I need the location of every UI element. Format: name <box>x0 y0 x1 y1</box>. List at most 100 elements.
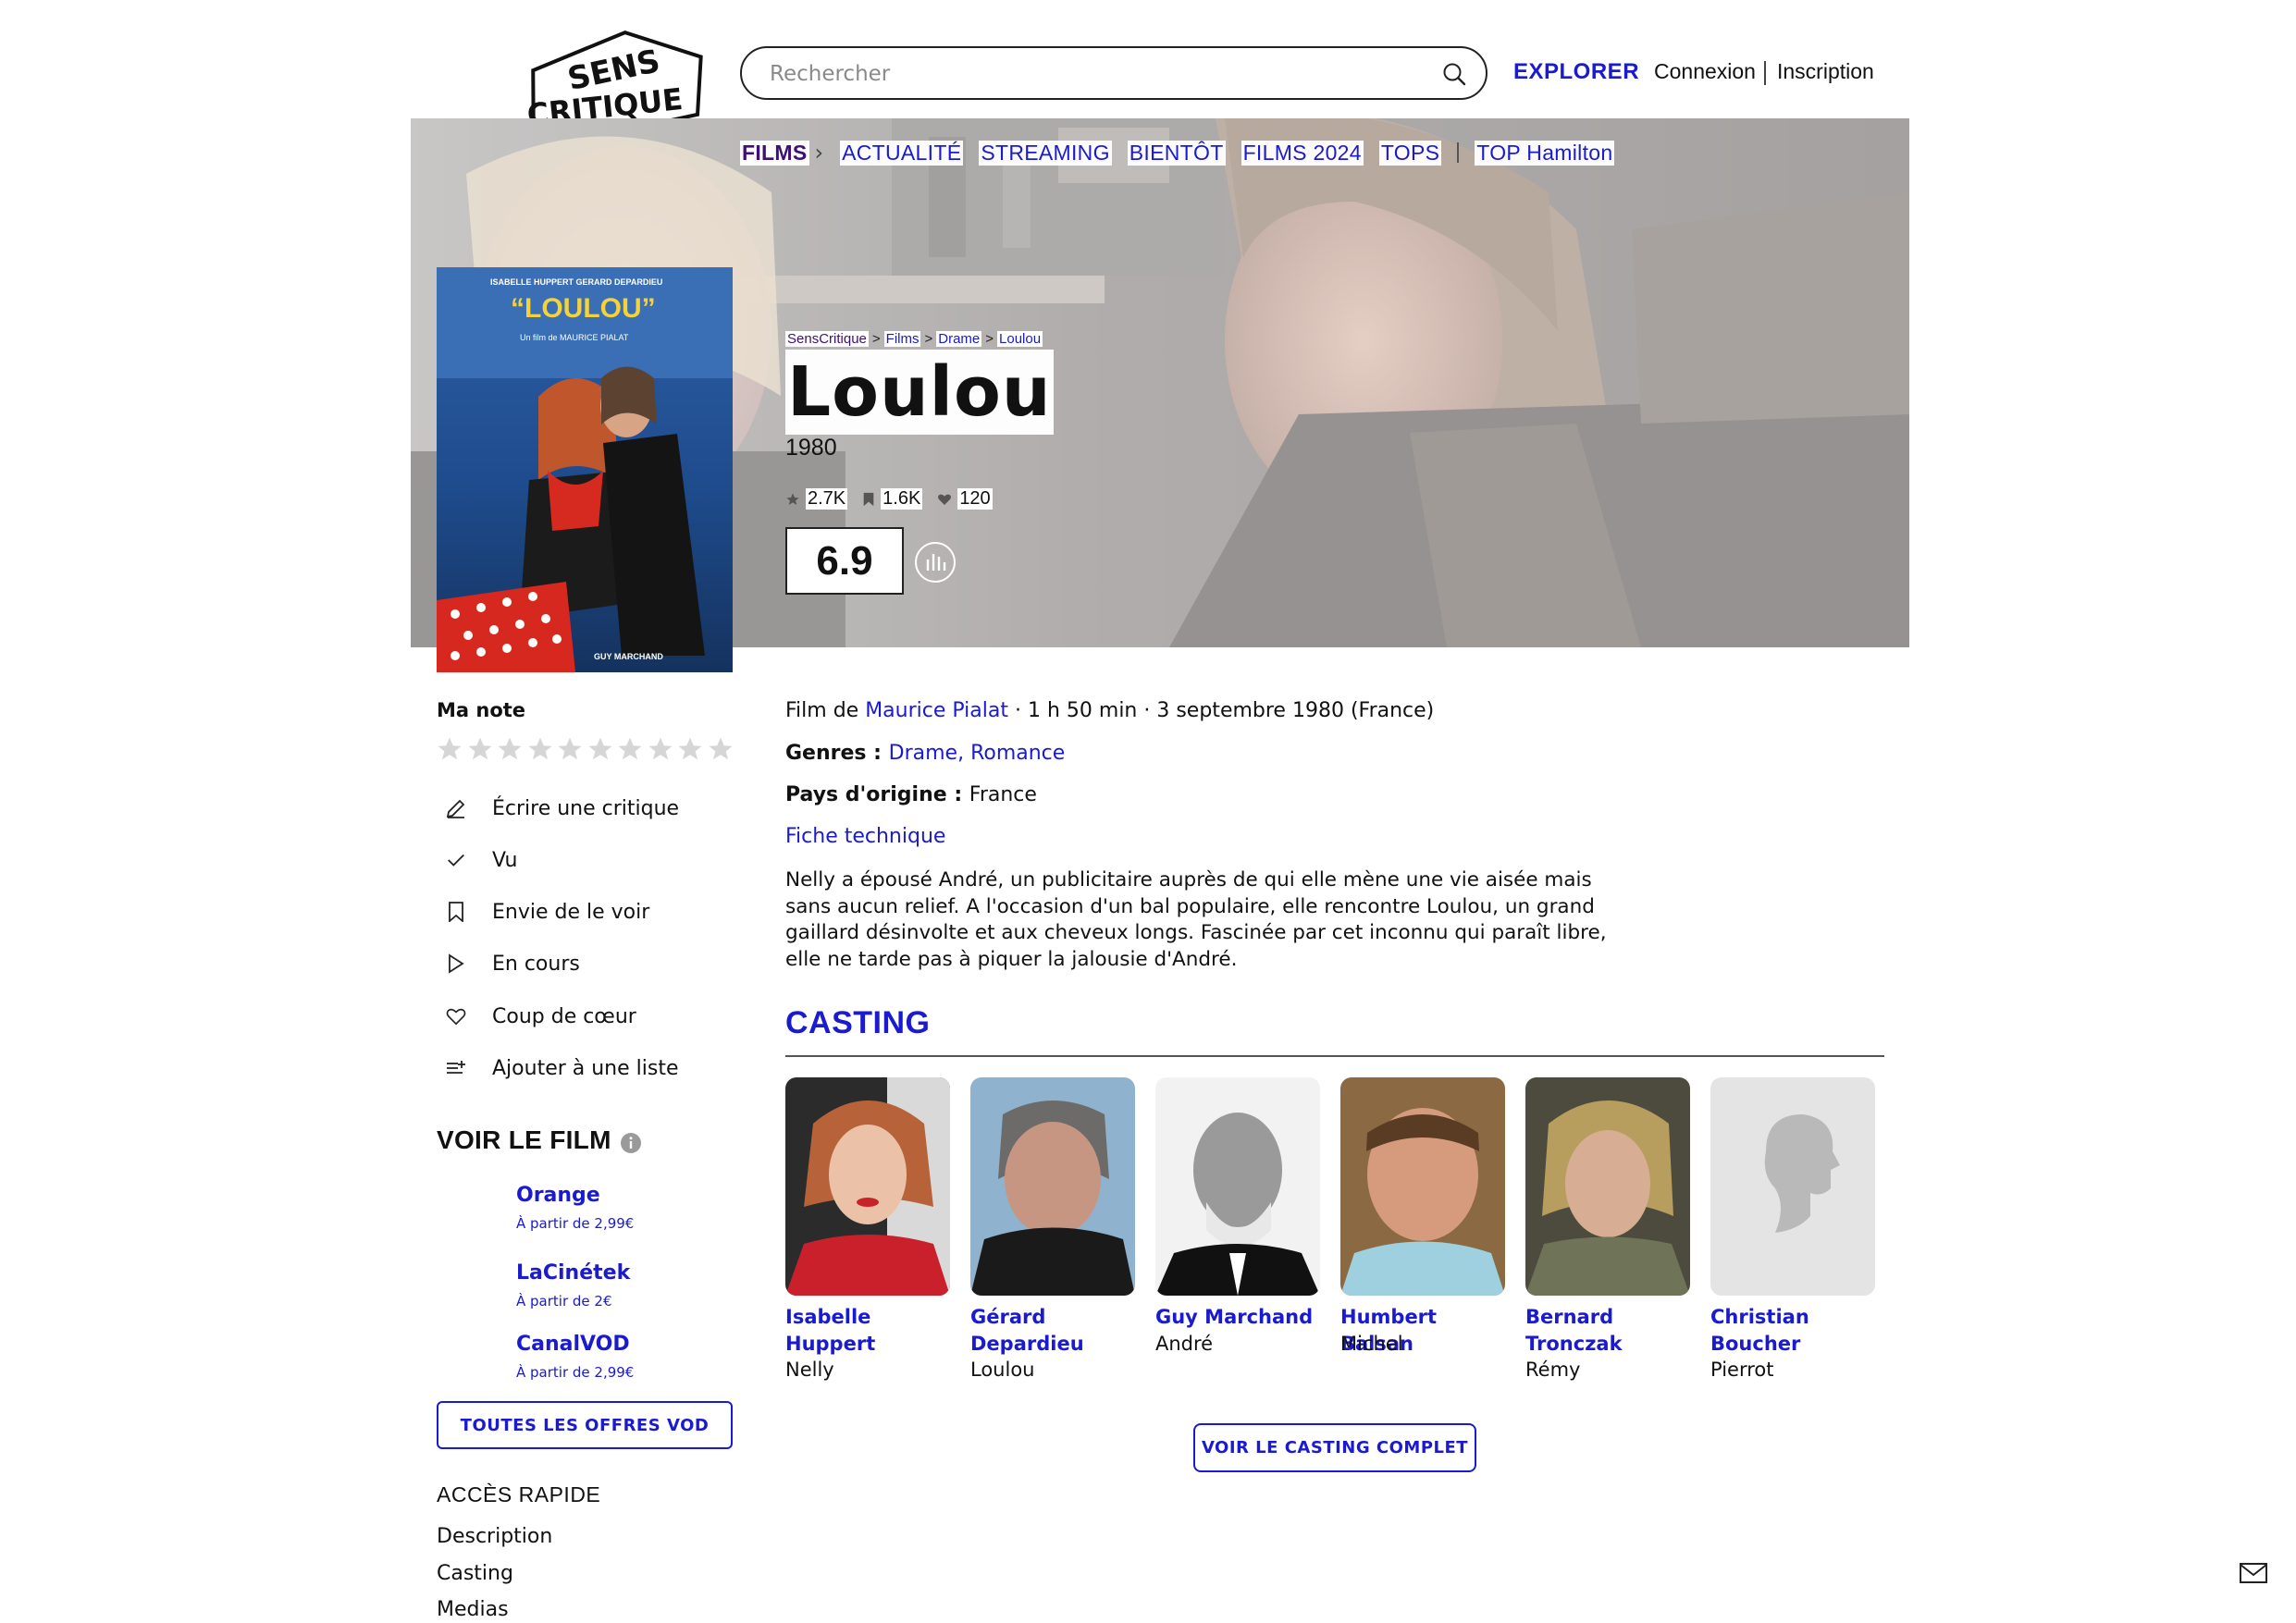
offer-orange[interactable]: Orange <box>516 1184 600 1207</box>
play-icon <box>444 952 468 976</box>
heart-icon <box>938 494 952 505</box>
genres-line: Genres : Drame, Romance <box>785 742 1066 765</box>
mail-icon[interactable] <box>2240 1563 2267 1583</box>
main-nav: FILMS › ACTUALITÉ STREAMING BIENTÔT FILM… <box>740 137 1630 168</box>
nav-item-bientot[interactable]: BIENTÔT <box>1127 140 1226 166</box>
actor-photo-isabelle-huppert[interactable] <box>785 1077 950 1296</box>
quick-link-casting[interactable]: Casting <box>437 1562 513 1585</box>
country-value: France <box>969 783 1037 806</box>
search-icon[interactable] <box>1441 61 1467 87</box>
wishlist-count: 1.6K <box>862 488 923 510</box>
actor-name-link[interactable]: Guy Marchand <box>1155 1304 1322 1331</box>
actor-photo-guy-marchand[interactable] <box>1155 1077 1320 1296</box>
casting-divider <box>785 1055 1884 1057</box>
actor-role: Nelly <box>785 1359 834 1381</box>
wishlist-action[interactable]: Envie de le voir <box>444 900 649 924</box>
rating-star-3-icon[interactable] <box>496 735 524 763</box>
actor-photo-gerard-depardieu[interactable] <box>970 1077 1135 1296</box>
quick-link-medias[interactable]: Medias <box>437 1598 509 1621</box>
all-vod-offers-button[interactable]: TOUTES LES OFFRES VOD <box>437 1401 733 1449</box>
rating-star-9-icon[interactable] <box>676 735 704 763</box>
ratings-count: 2.7K <box>785 488 848 510</box>
rating-star-5-icon[interactable] <box>556 735 584 763</box>
nav-item-tops[interactable]: TOPS <box>1378 140 1442 166</box>
action-label: Ajouter à une liste <box>492 1056 679 1080</box>
nav-item-films-2024[interactable]: FILMS 2024 <box>1241 140 1364 166</box>
nav-divider <box>1457 142 1460 163</box>
offer-price: À partir de 2,99€ <box>516 1364 635 1381</box>
my-rating-label: Ma note <box>437 699 526 721</box>
tech-sheet-link[interactable]: Fiche technique <box>785 825 945 848</box>
favorites-count: 120 <box>937 488 993 510</box>
nav-item-films[interactable]: FILMS <box>740 140 809 166</box>
in-progress-action[interactable]: En cours <box>444 952 580 976</box>
breadcrumb-item-films[interactable]: Films <box>883 331 921 347</box>
list-add-icon <box>444 1056 468 1080</box>
login-link[interactable]: Connexion <box>1654 59 1756 84</box>
movie-meta: Film de Maurice Pialat · 1 h 50 min · 3 … <box>785 699 1435 722</box>
actor-name-link[interactable]: Bernard Tronczak <box>1525 1304 1692 1358</box>
search-bar[interactable] <box>740 46 1487 100</box>
country-line: Pays d'origine : France <box>785 783 1037 806</box>
nav-item-top-hamilton[interactable]: TOP Hamilton <box>1475 140 1615 166</box>
movie-poster[interactable]: ISABELLE HUPPERT GERARD DEPARDIEU “LOULO… <box>437 267 733 672</box>
actor-role: André <box>1155 1333 1214 1355</box>
actor-photo-christian-boucher[interactable] <box>1710 1077 1875 1296</box>
action-label: Envie de le voir <box>492 900 650 924</box>
rating-star-6-icon[interactable] <box>586 735 614 763</box>
write-review-action[interactable]: Écrire une critique <box>444 796 679 820</box>
favorite-action[interactable]: Coup de cœur <box>444 1004 636 1028</box>
action-label: Vu <box>492 848 518 872</box>
average-score: 6.9 <box>785 527 904 595</box>
auth-divider <box>1764 61 1766 85</box>
actor-role: Michel <box>1340 1333 1403 1355</box>
nav-item-actualite[interactable]: ACTUALITÉ <box>840 140 964 166</box>
offer-price: À partir de 2€ <box>516 1293 612 1309</box>
action-label: Coup de cœur <box>492 1004 636 1028</box>
breadcrumb-item-senscritique[interactable]: SensCritique <box>785 331 869 347</box>
seen-action[interactable]: Vu <box>444 848 518 872</box>
info-icon[interactable] <box>620 1132 642 1154</box>
pencil-icon <box>444 796 468 820</box>
breadcrumb-item-drame[interactable]: Drame <box>936 331 982 347</box>
explore-link[interactable]: EXPLORER <box>1513 59 1639 85</box>
actor-role: Pierrot <box>1710 1359 1774 1381</box>
offer-canalvod[interactable]: CanalVOD <box>516 1333 630 1356</box>
bookmark-icon <box>444 900 468 924</box>
page-title: Loulou <box>785 350 1054 435</box>
actor-name-link[interactable]: Isabelle Huppert <box>785 1304 952 1358</box>
action-label: Écrire une critique <box>492 796 680 820</box>
rating-star-7-icon[interactable] <box>616 735 644 763</box>
breadcrumb-item-loulou[interactable]: Loulou <box>997 331 1043 347</box>
rating-star-8-icon[interactable] <box>647 735 674 763</box>
watch-section-title: VOIR LE FILM <box>437 1125 611 1154</box>
my-rating-stars[interactable] <box>436 735 736 763</box>
poster-director: Un film de MAURICE PIALAT <box>520 333 629 342</box>
genre-link-drame[interactable]: Drame <box>889 742 957 765</box>
add-to-list-action[interactable]: Ajouter à une liste <box>444 1056 679 1080</box>
actor-photo-bernard-tronczak[interactable] <box>1525 1077 1690 1296</box>
director-link[interactable]: Maurice Pialat <box>865 699 1008 722</box>
poster-title: “LOULOU” <box>511 293 656 324</box>
rating-star-1-icon[interactable] <box>436 735 463 763</box>
actor-role: Rémy <box>1525 1359 1581 1381</box>
actor-photo-humbert-balsan[interactable] <box>1340 1077 1505 1296</box>
poster-actors: ISABELLE HUPPERT GERARD DEPARDIEU <box>490 277 662 287</box>
rating-star-10-icon[interactable] <box>707 735 734 763</box>
heart-icon <box>444 1004 468 1028</box>
actor-name-link[interactable]: Christian Boucher <box>1710 1304 1877 1358</box>
search-input[interactable] <box>770 57 1399 91</box>
actor-name-link[interactable]: Gérard Depardieu <box>970 1304 1137 1358</box>
rating-star-2-icon[interactable] <box>466 735 494 763</box>
genre-link-romance[interactable]: Romance <box>970 742 1065 765</box>
quick-link-description[interactable]: Description <box>437 1525 552 1548</box>
rating-star-4-icon[interactable] <box>526 735 554 763</box>
rating-distribution-icon[interactable] <box>914 541 957 584</box>
nav-item-streaming[interactable]: STREAMING <box>979 140 1112 166</box>
casting-title: CASTING <box>785 1005 931 1040</box>
signup-link[interactable]: Inscription <box>1777 59 1874 84</box>
offer-price: À partir de 2,99€ <box>516 1215 635 1232</box>
offer-lacinetek[interactable]: LaCinétek <box>516 1261 630 1285</box>
full-cast-button[interactable]: VOIR LE CASTING COMPLET <box>1193 1423 1476 1472</box>
movie-stats: 2.7K 1.6K 120 <box>785 488 1007 510</box>
